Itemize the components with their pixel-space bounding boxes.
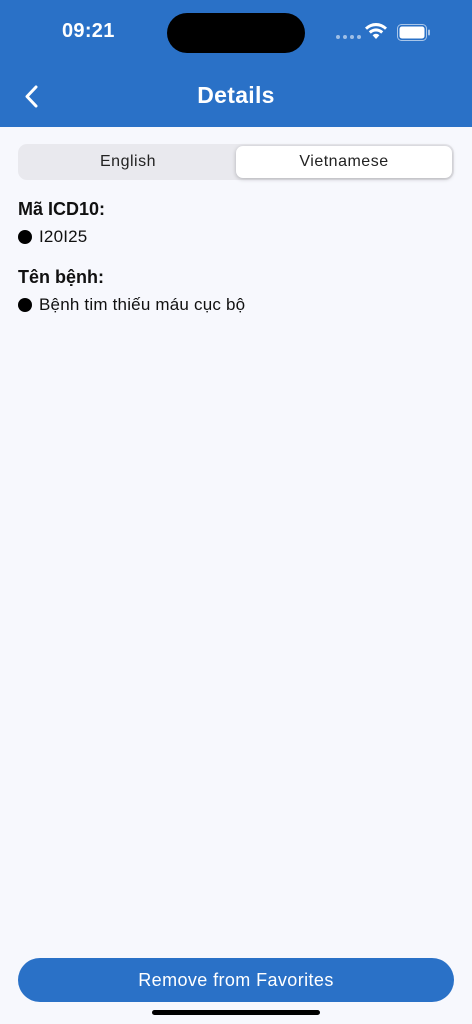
dynamic-island <box>167 13 305 53</box>
icd-item: I20I25 <box>18 227 87 247</box>
battery-icon <box>397 24 430 41</box>
icd-label: Mã ICD10: <box>18 199 106 219</box>
wifi-icon <box>365 23 387 39</box>
status-time: 09:21 <box>62 20 115 42</box>
disease-value: Bệnh tim thiếu máu cục bộ <box>39 295 246 314</box>
disease-label: Tên bệnh: <box>18 267 104 287</box>
signal-icon <box>336 35 361 39</box>
icd-value: I20I25 <box>39 227 88 246</box>
bullet-icon <box>18 230 32 244</box>
disease-item: Bệnh tim thiếu máu cục bộ <box>18 295 245 315</box>
app-header: 09:21 Details <box>0 0 472 127</box>
language-segmented-control: English Vietnamese <box>18 144 454 180</box>
tab-vietnamese[interactable]: Vietnamese <box>236 146 452 178</box>
tab-english[interactable]: English <box>20 146 236 178</box>
bullet-icon <box>18 298 32 312</box>
remove-from-favorites-button[interactable]: Remove from Favorites <box>18 958 454 1002</box>
home-indicator <box>152 1010 320 1015</box>
page-title: Details <box>197 82 275 108</box>
